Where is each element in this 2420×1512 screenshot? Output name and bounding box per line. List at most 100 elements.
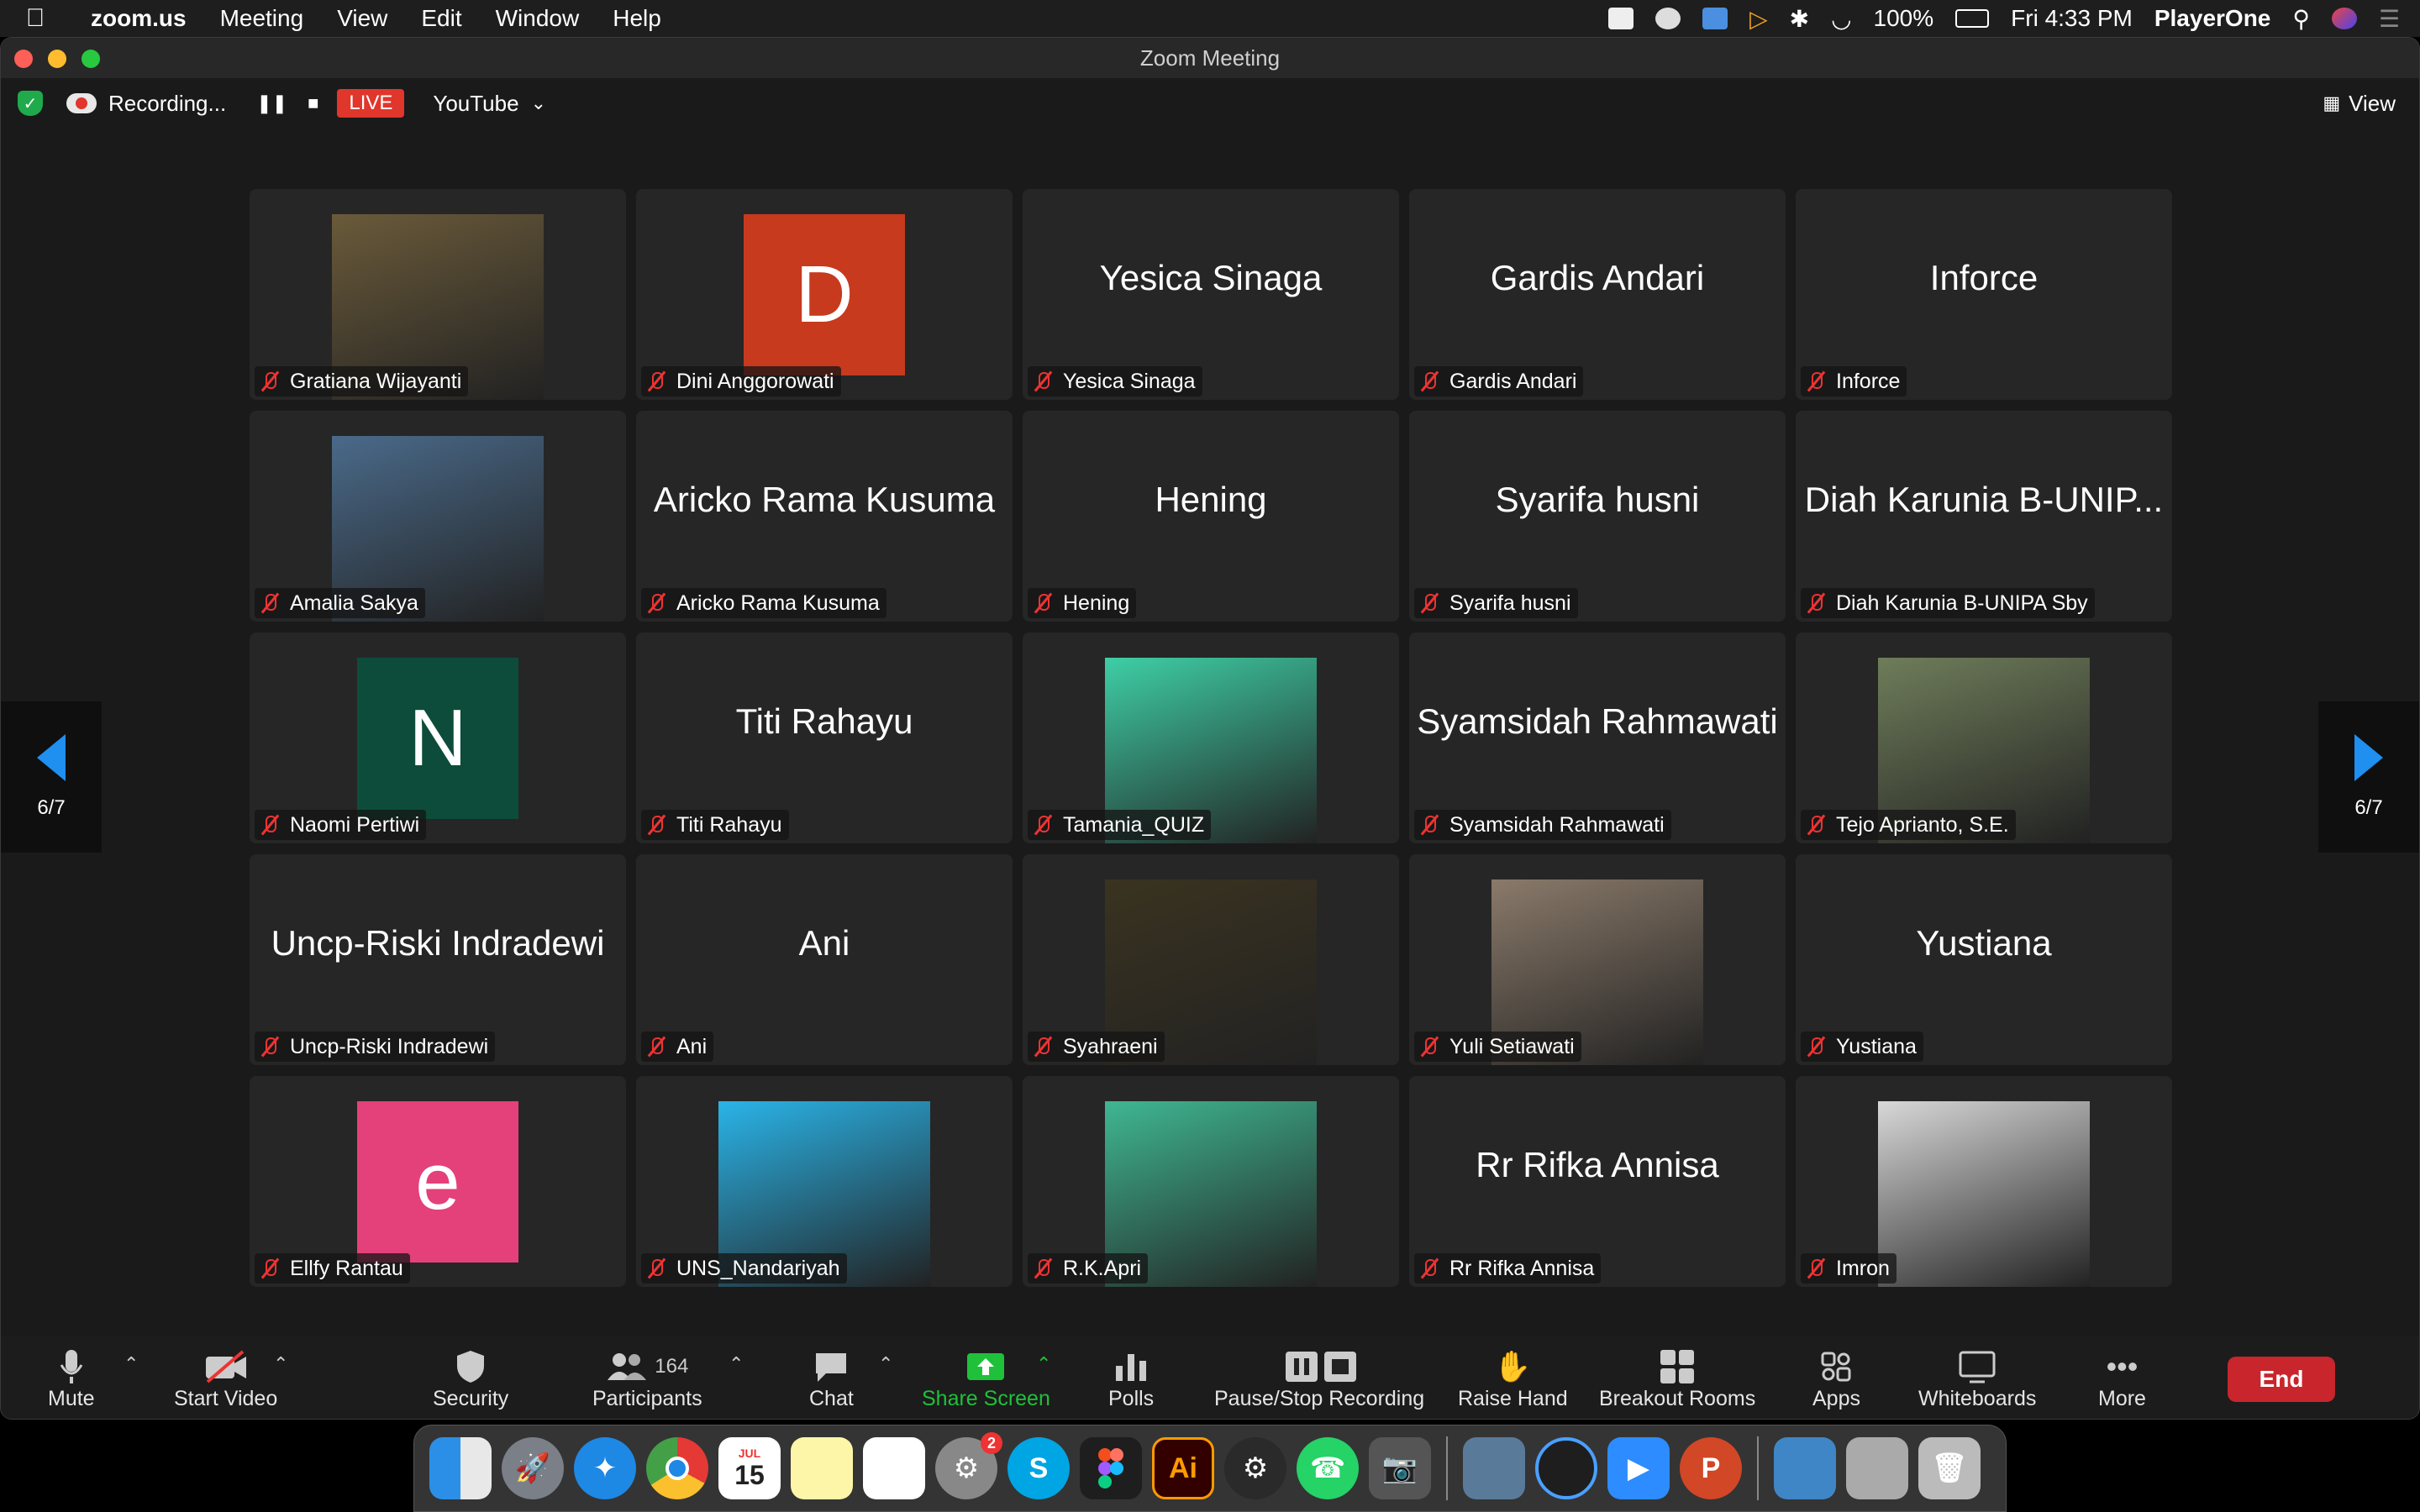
fullscreen-window-button[interactable] — [82, 50, 100, 68]
participant-tile[interactable]: Amalia Sakya — [250, 411, 626, 622]
participant-tile[interactable]: Tejo Aprianto, S.E. — [1796, 633, 2172, 843]
preview-icon[interactable] — [1463, 1437, 1525, 1499]
pause-stop-recording-button[interactable]: Pause/Stop Recording — [1214, 1347, 1424, 1411]
finder-icon[interactable] — [429, 1437, 492, 1499]
participant-display-name: Aricko Rama Kusuma — [653, 479, 996, 519]
battery-icon[interactable] — [1955, 9, 1990, 28]
bluetooth-icon[interactable]: ✱ — [1790, 5, 1809, 33]
participant-tile[interactable]: Yesica Sinaga Yesica Sinaga — [1023, 189, 1399, 400]
powerpoint-icon[interactable]: P — [1680, 1437, 1742, 1499]
participant-tile[interactable]: D Dini Anggorowati — [636, 189, 1013, 400]
stream-destination[interactable]: YouTube — [433, 91, 518, 117]
whiteboards-button[interactable]: Whiteboards — [1918, 1347, 2036, 1411]
participant-tile[interactable]: Tamania_QUIZ — [1023, 633, 1399, 843]
share-options-chevron-icon[interactable]: ⌃ — [1036, 1353, 1051, 1375]
menu-item-edit[interactable]: Edit — [404, 5, 478, 32]
audio-options-chevron-icon[interactable]: ⌃ — [124, 1353, 139, 1375]
participant-name-label: R.K.Apri — [1028, 1253, 1149, 1284]
start-video-button[interactable]: Start Video — [174, 1347, 277, 1411]
menu-item-meeting[interactable]: Meeting — [203, 5, 321, 32]
plex-icon[interactable]: ▷ — [1749, 5, 1768, 33]
participant-tile[interactable]: Hening Hening — [1023, 411, 1399, 622]
participants-options-chevron-icon[interactable]: ⌃ — [729, 1353, 744, 1375]
creative-cloud-icon[interactable] — [1655, 8, 1681, 29]
view-button[interactable]: ▦ View — [2323, 78, 2396, 129]
next-page-button[interactable]: 6/7 — [2318, 701, 2419, 853]
security-button[interactable]: Security — [433, 1347, 508, 1411]
participant-tile[interactable]: Rr Rifka Annisa Rr Rifka Annisa — [1409, 1076, 1786, 1287]
participant-tile[interactable]: e Ellfy Rantau — [250, 1076, 626, 1287]
chat-button[interactable]: Chat — [809, 1347, 854, 1411]
participant-tile[interactable]: Inforce Inforce — [1796, 189, 2172, 400]
end-meeting-button[interactable]: End — [2228, 1357, 2335, 1402]
participant-tile[interactable]: N Naomi Pertiwi — [250, 633, 626, 843]
participants-button[interactable]: 164 Participants — [592, 1347, 702, 1411]
user-name[interactable]: PlayerOne — [2154, 5, 2271, 32]
calendar-icon[interactable]: JUL 15 — [718, 1437, 781, 1499]
documents-stack-icon[interactable] — [1846, 1437, 1908, 1499]
apple-icon[interactable]:  — [0, 4, 71, 33]
chevron-down-icon[interactable]: ⌄ — [531, 92, 546, 114]
menu-item-window[interactable]: Window — [479, 5, 597, 32]
share-screen-button[interactable]: Share Screen — [922, 1347, 1050, 1411]
quicktime-icon[interactable] — [1535, 1437, 1597, 1499]
participant-tile[interactable]: Yustiana Yustiana — [1796, 854, 2172, 1065]
polls-button[interactable]: Polls — [1108, 1347, 1154, 1411]
figma-icon[interactable] — [1080, 1437, 1142, 1499]
participant-tile[interactable]: Syamsidah Rahmawati Syamsidah Rahmawati — [1409, 633, 1786, 843]
live-badge[interactable]: LIVE — [337, 89, 405, 118]
clock[interactable]: Fri 4:33 PM — [2011, 5, 2133, 32]
participant-avatar: N — [357, 658, 518, 819]
participant-tile[interactable]: Uncp-Riski Indradewi Uncp-Riski Indradewi — [250, 854, 626, 1065]
participant-tile[interactable]: Aricko Rama Kusuma Aricko Rama Kusuma — [636, 411, 1013, 622]
encryption-shield-icon[interactable]: ✓ — [18, 91, 43, 116]
participant-tile[interactable]: Yuli Setiawati — [1409, 854, 1786, 1065]
participant-tile[interactable]: Titi Rahayu Titi Rahayu — [636, 633, 1013, 843]
skype-icon[interactable]: S — [1007, 1437, 1070, 1499]
chrome-icon[interactable] — [646, 1437, 708, 1499]
safari-icon[interactable]: ✦ — [574, 1437, 636, 1499]
close-window-button[interactable] — [14, 50, 33, 68]
participant-tile[interactable]: Imron — [1796, 1076, 2172, 1287]
screenshot-icon[interactable]: 📷 — [1369, 1437, 1431, 1499]
mute-button[interactable]: Mute — [48, 1347, 95, 1411]
reminders-icon[interactable] — [863, 1437, 925, 1499]
spotlight-search-icon[interactable]: ⚲ — [2292, 5, 2310, 33]
launchpad-icon[interactable]: 🚀 — [502, 1437, 564, 1499]
participant-tile[interactable]: Ani Ani — [636, 854, 1013, 1065]
notification-center-icon[interactable]: ☰ — [2379, 5, 2400, 33]
downloads-folder-icon[interactable] — [1774, 1437, 1836, 1499]
participant-tile[interactable]: Syarifa husni Syarifa husni — [1409, 411, 1786, 622]
wifi-icon[interactable]: ◡ — [1831, 5, 1851, 33]
participant-tile[interactable]: R.K.Apri — [1023, 1076, 1399, 1287]
pause-recording-icon[interactable]: ❚❚ — [256, 92, 287, 114]
trash-icon[interactable]: 🗑 — [1918, 1437, 1981, 1499]
participant-tile[interactable]: Diah Karunia B-UNIP... Diah Karunia B-UNI… — [1796, 411, 2172, 622]
zoom-status-icon[interactable] — [1608, 8, 1634, 29]
more-button[interactable]: ••• More — [2098, 1347, 2146, 1411]
system-preferences-icon[interactable]: ⚙ 2 — [935, 1432, 1002, 1499]
screen-recorder-icon[interactable] — [1702, 8, 1728, 29]
stop-recording-icon[interactable]: ■ — [308, 92, 318, 114]
illustrator-icon[interactable]: Ai — [1152, 1437, 1214, 1499]
participant-tile[interactable]: Gardis Andari Gardis Andari — [1409, 189, 1786, 400]
whatsapp-icon[interactable]: ☎ — [1297, 1437, 1359, 1499]
video-options-chevron-icon[interactable]: ⌃ — [273, 1353, 288, 1375]
minimize-window-button[interactable] — [48, 50, 66, 68]
participant-tile[interactable]: UNS_Nandariyah — [636, 1076, 1013, 1287]
participant-tile[interactable]: Gratiana Wijayanti — [250, 189, 626, 400]
menu-app-name[interactable]: zoom.us — [71, 5, 203, 32]
apps-button[interactable]: Apps — [1812, 1347, 1860, 1411]
breakout-rooms-button[interactable]: Breakout Rooms — [1599, 1347, 1755, 1411]
previous-page-button[interactable]: 6/7 — [1, 701, 102, 853]
menu-item-help[interactable]: Help — [596, 5, 678, 32]
directory-utility-icon[interactable]: ⚙ — [1224, 1437, 1286, 1499]
participant-tile[interactable]: Syahraeni — [1023, 854, 1399, 1065]
siri-icon[interactable] — [2331, 8, 2357, 29]
menu-item-view[interactable]: View — [320, 5, 404, 32]
notes-icon[interactable] — [791, 1437, 853, 1499]
raise-hand-button[interactable]: ✋ Raise Hand — [1458, 1347, 1568, 1411]
chat-options-chevron-icon[interactable]: ⌃ — [878, 1353, 893, 1375]
zoom-icon[interactable]: ▶ — [1607, 1437, 1670, 1499]
participant-name-label: Gratiana Wijayanti — [255, 366, 469, 396]
